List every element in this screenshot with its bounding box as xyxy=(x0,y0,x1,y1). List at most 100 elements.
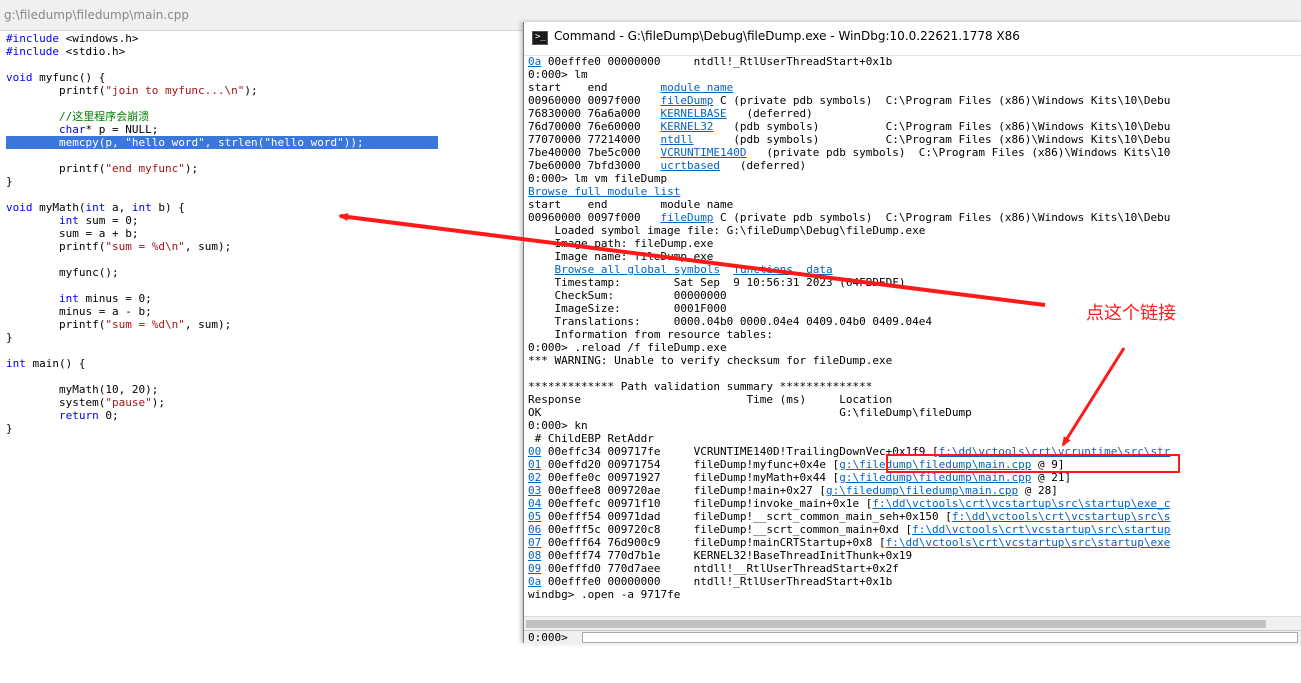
output-line-token: (pdb symbols) C:\Program Files (x86)\Win… xyxy=(713,120,1171,133)
code-line-token xyxy=(6,123,59,136)
output-line-token: Loaded symbol image file: G:\fileDump\De… xyxy=(528,224,926,237)
output-line-token: (deferred) xyxy=(726,107,813,120)
code-line-token: "hello word" xyxy=(125,136,205,149)
code-line-token: "hello word" xyxy=(264,136,344,149)
output-line-token: 76d70000 76e60000 xyxy=(528,120,661,133)
output-line-token: 7be40000 7be5c000 xyxy=(528,146,661,159)
output-line-token: 00efffd0 770d7aee ntdll!__RtlUserThreadS… xyxy=(541,562,899,575)
output-line-token: Response Time (ms) Location xyxy=(528,393,893,406)
output-link[interactable]: KERNELBASE xyxy=(660,107,726,120)
highlight-box xyxy=(886,454,1180,473)
command-output[interactable]: 0a 00efffe0 00000000 ntdll!_RtlUserThrea… xyxy=(528,55,1300,632)
code-line-token: memcpy(p, xyxy=(6,136,126,149)
output-link[interactable]: 0a xyxy=(528,55,541,68)
output-link[interactable]: f:\dd\vctools\crt\vcstartup\src\startup\… xyxy=(886,536,1171,549)
output-link[interactable]: 02 xyxy=(528,471,541,484)
output-line-token: 00960000 0097f000 xyxy=(528,94,661,107)
output-link[interactable]: f:\dd\vctools\crt\vcstartup\src\startup xyxy=(912,523,1170,536)
output-line: OK G:\fileDump\fileDump xyxy=(528,406,1300,419)
horizontal-scrollbar[interactable] xyxy=(524,616,1301,631)
code-line-token: } xyxy=(6,175,13,188)
code-line: void myMath(int a, int b) { xyxy=(6,201,521,214)
code-line: char* p = NULL; xyxy=(6,123,521,136)
code-line-token: a, xyxy=(105,201,132,214)
output-line-token: 0:000> lm vm fileDump xyxy=(528,172,668,185)
output-line: Browse all global symbols functions data xyxy=(528,263,1300,276)
code-line-token: 0; xyxy=(98,409,119,422)
code-line-token: int xyxy=(58,292,79,305)
output-link[interactable]: Browse full module list xyxy=(528,185,680,198)
output-link[interactable]: 01 xyxy=(528,458,541,471)
output-link[interactable]: 06 xyxy=(528,523,541,536)
output-link[interactable]: fileDump xyxy=(660,211,713,224)
command-prompt: 0:000> xyxy=(528,631,568,644)
windbg-title-bar[interactable]: Command - G:\fileDump\Debug\fileDump.exe… xyxy=(524,22,1301,56)
code-line-token: b) { xyxy=(151,201,185,214)
editor-title: g:\filedump\filedump\main.cpp xyxy=(4,8,190,22)
output-link[interactable]: data xyxy=(806,263,833,276)
code-line: printf("sum = %d\n", sum); xyxy=(6,318,521,331)
output-line: 7be60000 7bfd3000 ucrtbased (deferred) xyxy=(528,159,1300,172)
output-link[interactable]: 0a xyxy=(528,575,541,588)
code-line-token: * p = NULL; xyxy=(85,123,159,136)
output-line: 77070000 77214000 ntdll (pdb symbols) C:… xyxy=(528,133,1300,146)
output-link[interactable]: Browse all global symbols xyxy=(555,263,721,276)
code-line-token: int xyxy=(131,201,152,214)
code-line: } xyxy=(6,331,521,344)
code-line-token: <stdio.h> xyxy=(65,45,126,58)
code-line-token: , strlen( xyxy=(204,136,265,149)
source-editor[interactable]: #include <windows.h> #include <stdio.h> vo… xyxy=(0,30,523,643)
output-link[interactable]: 00 xyxy=(528,445,541,458)
output-link[interactable]: 07 xyxy=(528,536,541,549)
output-line-token: # ChildEBP RetAddr xyxy=(528,432,654,445)
output-link[interactable]: 05 xyxy=(528,510,541,523)
output-link[interactable]: 08 xyxy=(528,549,541,562)
code-line-token: myfunc() { xyxy=(39,71,106,84)
code-line-token: ); xyxy=(151,396,165,409)
output-link[interactable]: KERNEL32 xyxy=(660,120,713,133)
output-link[interactable]: f:\dd\vctools\crt\vcstartup\src\startup\… xyxy=(872,497,1170,510)
output-line-token: C (private pdb symbols) C:\Program Files… xyxy=(713,211,1171,224)
code-line-token: printf( xyxy=(6,84,106,97)
output-line-token xyxy=(720,263,733,276)
output-line: 07 00efff64 76d900c9 fileDump!mainCRTSta… xyxy=(528,536,1300,549)
output-link[interactable]: functions xyxy=(733,263,793,276)
output-line: 05 00efff54 00971dad fileDump!__scrt_com… xyxy=(528,510,1300,523)
output-link[interactable]: module name xyxy=(660,81,733,94)
scrollbar-thumb[interactable] xyxy=(526,620,1266,628)
code-line-token: void xyxy=(6,71,40,84)
code-line: printf("end myfunc"); xyxy=(6,162,521,175)
output-line: 08 00efff74 770d7b1e KERNEL32!BaseThread… xyxy=(528,549,1300,562)
output-line: 09 00efffd0 770d7aee ntdll!__RtlUserThre… xyxy=(528,562,1300,575)
output-line-token: (deferred) xyxy=(720,159,807,172)
output-link[interactable]: g:\filedump\filedump\main.cpp xyxy=(826,484,1018,497)
code-line-token: , sum); xyxy=(184,318,232,331)
output-link[interactable]: ucrtbased xyxy=(660,159,720,172)
windbg-command-window[interactable]: Command - G:\fileDump\Debug\fileDump.exe… xyxy=(523,22,1301,644)
code-line: sum = a + b; xyxy=(6,227,521,240)
output-line: Information from resource tables: xyxy=(528,328,1300,341)
output-link[interactable]: 04 xyxy=(528,497,541,510)
code-line-token: int xyxy=(6,357,26,370)
code-line-token: } xyxy=(6,331,13,344)
output-link[interactable]: fileDump xyxy=(660,94,713,107)
command-input[interactable] xyxy=(582,632,1298,643)
code-line-token: "join to myfunc...\n" xyxy=(105,84,245,97)
output-line-token: ************* Path validation summary **… xyxy=(528,380,873,393)
code-line-token: system( xyxy=(6,396,106,409)
output-link[interactable]: f:\dd\vctools\crt\vcstartup\src\s xyxy=(952,510,1171,523)
output-link[interactable]: 09 xyxy=(528,562,541,575)
output-line: 03 00effee8 009720ae fileDump!main+0x27 … xyxy=(528,484,1300,497)
output-line-token: 76830000 76a6a000 xyxy=(528,107,661,120)
code-view[interactable]: #include <windows.h> #include <stdio.h> vo… xyxy=(6,32,521,435)
output-line: Response Time (ms) Location xyxy=(528,393,1300,406)
output-link[interactable]: ntdll xyxy=(660,133,693,146)
output-link[interactable]: 03 xyxy=(528,484,541,497)
output-link[interactable]: VCRUNTIME140D xyxy=(660,146,746,159)
output-line-token: 00efff64 76d900c9 fileDump!mainCRTStartu… xyxy=(541,536,886,549)
output-line: start end module name xyxy=(528,198,1300,211)
code-line-token: return xyxy=(58,409,99,422)
code-line-token: ); xyxy=(244,84,258,97)
code-line-token: minus = a - b; xyxy=(6,305,152,318)
